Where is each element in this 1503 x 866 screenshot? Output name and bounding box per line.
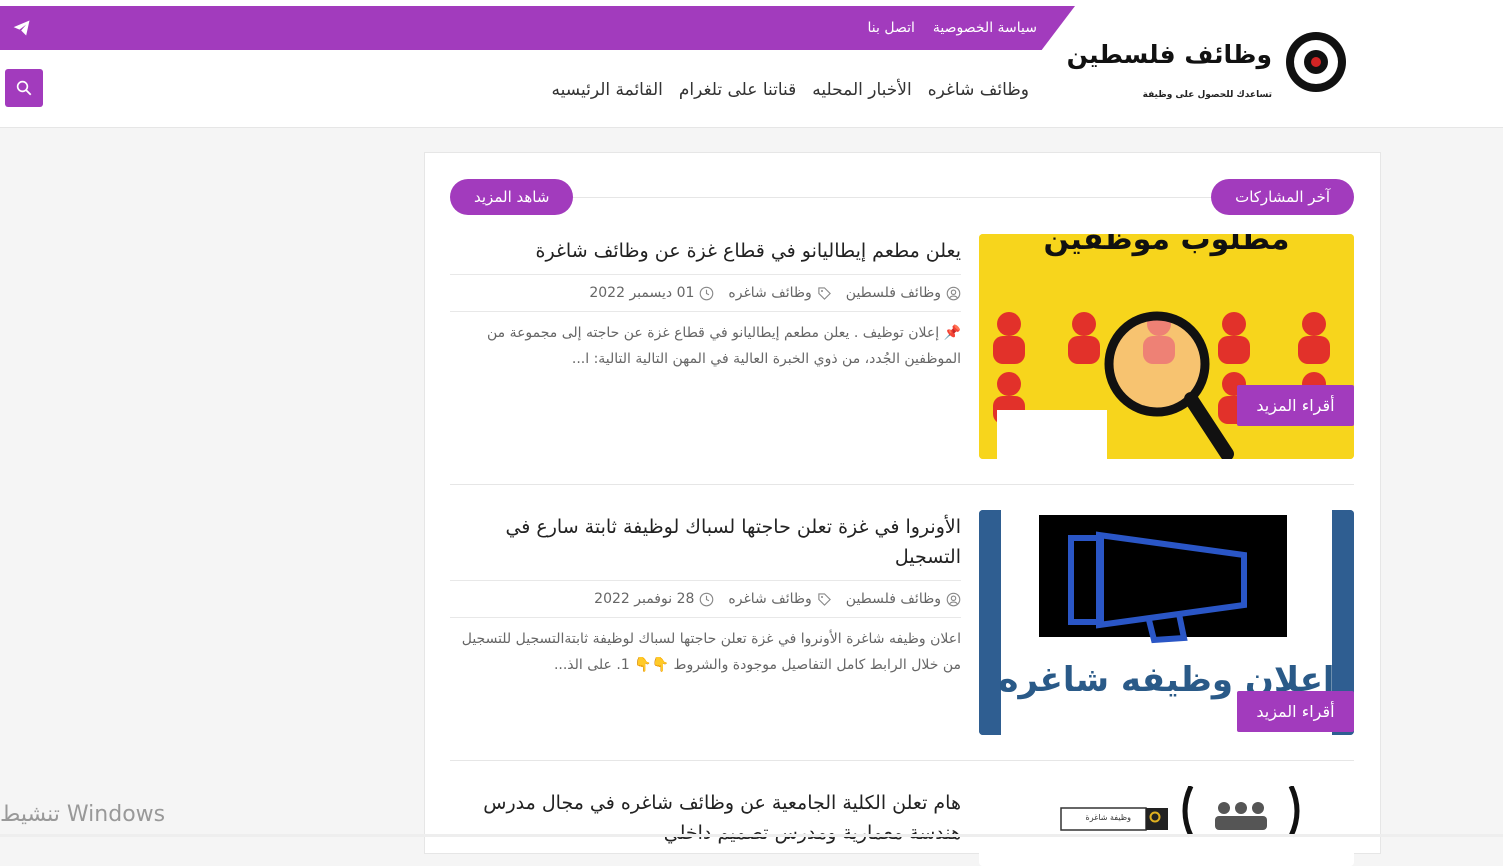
post-body: هام تعلن الكلية الجامعية عن وظائف شاغره … xyxy=(450,786,961,856)
latest-posts-card: آخر المشاركات شاهد المزيد مطلوب موظفين ي… xyxy=(424,152,1381,866)
post-title[interactable]: يعلن مطعم إيطاليانو في قطاع غزة عن وظائف… xyxy=(450,234,961,275)
post-title[interactable]: الأونروا في غزة تعلن حاجتها لسباك لوظيفة… xyxy=(450,510,961,581)
post-divider xyxy=(450,484,1354,485)
post-card: اعلان وظيفه شاغره الأونروا في غزة تعلن ح… xyxy=(450,510,1354,735)
main-nav: القائمة الرئيسيه قناتنا على تلغرام الأخب… xyxy=(552,72,1029,108)
logo-subtitle: تساعدك للحصول على وظيفة xyxy=(1142,90,1272,100)
nav-item-telegram[interactable]: قناتنا على تلغرام xyxy=(679,80,796,100)
site-header: سياسة الخصوصية اتصل بنا وظائف فلسطين تسا… xyxy=(0,6,1503,128)
post-author[interactable]: وظائف فلسطين xyxy=(846,591,941,607)
clock-icon xyxy=(700,592,714,606)
tag-icon xyxy=(818,286,831,300)
post-date: 01 ديسمبر 2022 xyxy=(589,285,695,301)
post-author[interactable]: وظائف فلسطين xyxy=(846,285,941,301)
post-meta: وظائف فلسطين وظائف شاغره 01 ديسمبر 2022 xyxy=(450,275,961,312)
search-icon xyxy=(16,80,32,96)
clock-icon xyxy=(700,286,714,300)
user-icon xyxy=(946,592,961,606)
nav-item-vacancies[interactable]: وظائف شاغره xyxy=(928,80,1029,100)
post-body: يعلن مطعم إيطاليانو في قطاع غزة عن وظائف… xyxy=(450,234,961,372)
top-links: سياسة الخصوصية اتصل بنا xyxy=(868,6,1037,50)
windows-activation-watermark: تنشيط Windows xyxy=(0,802,166,827)
see-more-button[interactable]: شاهد المزيد xyxy=(450,179,574,215)
nav-item-local-news[interactable]: الأخبار المحليه xyxy=(812,80,911,100)
thumbnail-text: وظيفة شاغرة xyxy=(1085,813,1131,822)
post-card: مطلوب موظفين يعلن مطعم إيطاليانو في قطاع… xyxy=(450,234,1354,459)
post-meta: وظائف فلسطين وظائف شاغره 28 نوفمبر 2022 xyxy=(450,581,961,618)
post-card: وظيفة شاغرة هام تعلن الكلية الجامعية عن … xyxy=(450,786,1354,866)
read-more-button[interactable]: أقراء المزيد xyxy=(1237,691,1354,732)
site-logo[interactable]: وظائف فلسطين تساعدك للحصول على وظيفة xyxy=(1067,24,1360,114)
post-category[interactable]: وظائف شاغره xyxy=(728,591,811,607)
thumbnail-text: مطلوب موظفين xyxy=(1043,234,1290,257)
post-title[interactable]: هام تعلن الكلية الجامعية عن وظائف شاغره … xyxy=(450,786,961,856)
telegram-icon[interactable] xyxy=(12,18,32,38)
nav-item-home[interactable]: القائمة الرئيسيه xyxy=(552,80,663,100)
post-thumbnail[interactable]: وظيفة شاغرة xyxy=(979,786,1354,866)
contact-link[interactable]: اتصل بنا xyxy=(868,20,915,36)
post-category[interactable]: وظائف شاغره xyxy=(728,285,811,301)
logo-title: وظائف فلسطين xyxy=(1066,40,1272,69)
post-excerpt: 📌 إعلان توظيف . يعلن مطعم إيطاليانو في ق… xyxy=(486,325,961,367)
post-excerpt: اعلان وظيفه شاغرة الأونروا في غزة تعلن ح… xyxy=(461,631,961,673)
user-icon xyxy=(946,286,961,300)
search-button[interactable] xyxy=(5,69,43,107)
privacy-link[interactable]: سياسة الخصوصية xyxy=(933,20,1037,36)
section-header: آخر المشاركات شاهد المزيد xyxy=(450,179,1354,215)
section-title: آخر المشاركات xyxy=(1211,179,1354,215)
logo-emblem xyxy=(1286,32,1346,92)
post-divider xyxy=(450,760,1354,761)
tag-icon xyxy=(818,592,831,606)
post-date: 28 نوفمبر 2022 xyxy=(594,591,695,607)
post-body: الأونروا في غزة تعلن حاجتها لسباك لوظيفة… xyxy=(450,510,961,678)
read-more-button[interactable]: أقراء المزيد xyxy=(1237,385,1354,426)
